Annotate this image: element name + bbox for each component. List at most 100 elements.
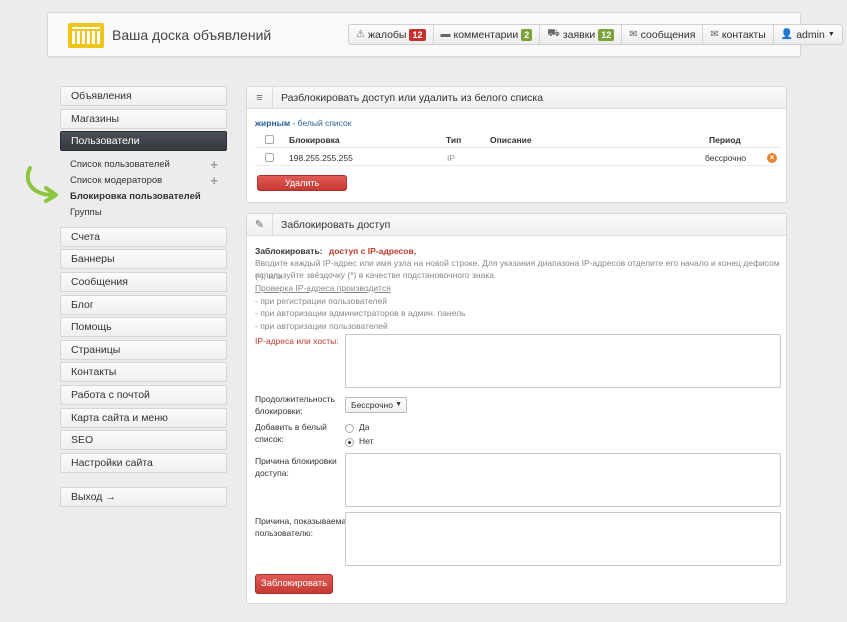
table-row: 198.255.255.255 IP бессрочно × — [255, 150, 780, 166]
edit-icon: ✎ — [247, 213, 273, 236]
sidebar-item-settings[interactable]: Настройки сайта — [60, 452, 227, 473]
logout-button[interactable]: Выход → — [60, 486, 227, 507]
plus-icon[interactable]: + — [210, 157, 218, 173]
cart-icon: ⛟ — [547, 28, 560, 39]
sidebar-item-seo[interactable]: SEO — [60, 430, 227, 451]
col-block: Блокировка — [289, 135, 340, 145]
nav-contacts-label: контакты — [721, 28, 766, 41]
top-nav: ⚠ жалобы 12 ▬ комментарии 2 ⛟ заявки 12 … — [348, 24, 843, 45]
top-header: Ваша доска объявлений ⚠ жалобы 12 ▬ комм… — [47, 12, 843, 57]
reason-textarea[interactable] — [345, 453, 781, 507]
row-checkbox[interactable] — [265, 153, 274, 162]
table-header: Блокировка Тип Описание Период — [255, 132, 780, 148]
block-type-value[interactable]: доступ с IP-адресов — [329, 246, 414, 256]
whitelist-label-1: Добавить в белый — [255, 422, 327, 432]
caret-down-icon: ▼ — [395, 401, 402, 408]
nav-requests[interactable]: ⛟ заявки 12 — [540, 25, 623, 44]
sidebar-item-contacts[interactable]: Контакты — [60, 362, 227, 383]
duration-label-1: Продолжительность — [255, 394, 335, 404]
block-submit-button[interactable]: Заблокировать — [255, 574, 333, 594]
sidebar-item-users[interactable]: Пользователи — [60, 131, 227, 152]
legend-bold: жирным — [255, 118, 291, 128]
sidebar-item-shops[interactable]: Магазины — [60, 108, 227, 129]
sidebar-item-pages[interactable]: Страницы — [60, 339, 227, 360]
row-period: бессрочно — [705, 153, 747, 163]
delete-selected-button[interactable]: Удалить выделенные — [257, 175, 347, 202]
col-description: Описание — [490, 135, 532, 145]
site-title[interactable]: Ваша доска объявлений — [112, 27, 271, 43]
user-reason-textarea[interactable] — [345, 512, 781, 566]
whitelist-no-label[interactable]: Нет — [359, 436, 373, 446]
sidebar-item-blog[interactable]: Блог — [60, 294, 227, 315]
nav-comments-label: комментарии — [453, 28, 519, 41]
sidebar-item-listings[interactable]: Объявления — [60, 86, 227, 106]
sidebar: Объявления Магазины Пользователи Список … — [60, 86, 227, 509]
requests-badge: 12 — [598, 28, 615, 41]
duration-label-2: блокировки: — [255, 406, 303, 416]
nav-requests-label: заявки — [562, 28, 596, 41]
submenu-user-list-label: Список пользователей — [70, 158, 170, 170]
duration-value: Бессрочно — [351, 400, 393, 410]
whitelist-no-radio[interactable] — [345, 438, 354, 447]
user-reason-label-1: Причина, показываемая — [255, 516, 351, 526]
nav-complaints-label: жалобы — [367, 28, 407, 41]
row-block: 198.255.255.255 — [289, 153, 353, 163]
col-period: Период — [709, 135, 741, 145]
plus-icon[interactable]: + — [210, 173, 218, 189]
warning-icon: ⚠ — [356, 29, 365, 40]
reason-label-1: Причина блокировки — [255, 456, 337, 466]
block-panel-header: ✎ Заблокировать доступ — [247, 213, 786, 236]
sidebar-item-messages[interactable]: Сообщения — [60, 271, 227, 292]
block-panel: ✎ Заблокировать доступ Заблокировать: до… — [246, 213, 787, 604]
complaints-badge: 12 — [409, 28, 426, 41]
whitelist-label-2: список: — [255, 434, 284, 444]
block-panel-title: Заблокировать доступ — [281, 218, 391, 231]
user-reason-label-2: пользователю: — [255, 528, 313, 538]
check-title: Проверка IP-адреса производится — [255, 283, 391, 293]
legend-rest: - белый список — [290, 118, 352, 128]
pointer-arrow-icon — [25, 166, 58, 203]
select-all-checkbox[interactable] — [265, 135, 274, 144]
delete-icon[interactable]: × — [767, 153, 777, 163]
envelope-icon: ✉ — [629, 29, 638, 40]
unblock-panel-header: ≡ Разблокировать доступ или удалить из б… — [247, 86, 786, 109]
block-type-label: Заблокировать: — [255, 246, 323, 256]
sidebar-item-help[interactable]: Помощь — [60, 317, 227, 338]
ip-hosts-label: IP-адреса или хосты: — [255, 336, 339, 346]
hint-line-2: используйте звёздочку (*) в качестве под… — [255, 270, 497, 280]
whitelist-legend: жирным - белый список — [255, 118, 351, 128]
whitelist-yes-radio[interactable] — [345, 424, 354, 433]
caret-down-icon: ▼ — [827, 31, 835, 38]
submenu-moderator-list-label: Список модераторов — [70, 174, 163, 186]
reason-label-2: доступа: — [255, 468, 289, 478]
comments-badge: 2 — [521, 28, 533, 41]
nav-contacts[interactable]: ✉ контакты — [703, 25, 774, 44]
row-type: IP — [447, 153, 456, 163]
duration-select[interactable]: Бессрочно ▼ — [345, 397, 407, 413]
nav-messages[interactable]: ✉ сообщения — [622, 25, 704, 44]
sidebar-item-mail[interactable]: Работа с почтой — [60, 384, 227, 405]
col-type: Тип — [446, 135, 462, 145]
check-item-1: - при регистрации пользователей — [255, 296, 387, 306]
envelope-icon: ✉ — [710, 29, 719, 40]
ip-hosts-textarea[interactable] — [345, 334, 781, 388]
nav-messages-label: сообщения — [640, 28, 696, 41]
submenu-user-blocking[interactable]: Блокировка пользователей — [70, 189, 227, 205]
sidebar-item-banners[interactable]: Баннеры — [60, 249, 227, 270]
submenu-moderator-list[interactable]: Список модераторов + — [70, 173, 227, 189]
nav-comments[interactable]: ▬ комментарии 2 — [434, 25, 541, 44]
submenu-groups[interactable]: Группы — [70, 205, 227, 221]
whitelist-yes-label[interactable]: Да — [359, 422, 369, 432]
nav-admin-dropdown[interactable]: 👤 admin ▼ — [774, 25, 842, 44]
check-item-3: - при авторизации пользователей — [255, 321, 388, 331]
sidebar-item-sitemap[interactable]: Карта сайта и меню — [60, 407, 227, 428]
list-icon: ≡ — [247, 86, 273, 109]
block-type-row: Заблокировать: доступ с IP-адресов, — [255, 246, 417, 256]
logo-icon[interactable] — [67, 22, 105, 49]
sidebar-item-invoices[interactable]: Счета — [60, 226, 227, 247]
submenu-user-list[interactable]: Список пользователей + — [70, 157, 227, 173]
users-submenu: Список пользователей + Список модераторо… — [60, 154, 227, 227]
nav-admin-label: admin — [796, 28, 825, 41]
comment-icon: ▬ — [440, 29, 451, 40]
nav-complaints[interactable]: ⚠ жалобы 12 — [349, 25, 434, 44]
